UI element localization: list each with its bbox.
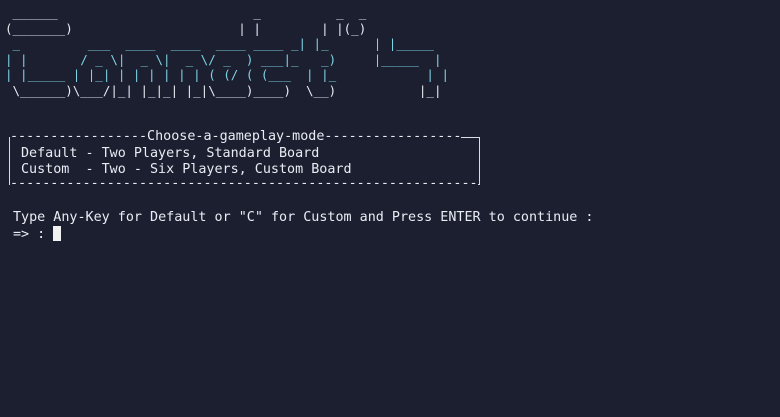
option-label: Default — [21, 146, 78, 161]
menu-bottom-rule: ----------------------------------------… — [10, 176, 478, 192]
prompt-input-line[interactable]: => : — [13, 226, 62, 243]
menu-title: -----------------Choose-a-gameplay-mode-… — [10, 129, 462, 145]
option-description: Two Players, Standard Board — [101, 146, 320, 161]
terminal-window: ______ _ _ _ (_______) | | | |(_) _ ___ … — [0, 0, 780, 417]
banner-row: _ ___ ____ ____ ____ ____ _| |_ | |_____ — [5, 36, 434, 51]
option-label: Custom — [21, 162, 78, 177]
prompt-instruction: Type Any-Key for Default or "C" for Cust… — [13, 210, 594, 225]
ascii-title-banner: ______ _ _ _ (_______) | | | |(_) _ ___ … — [5, 5, 449, 98]
menu-option-default: Default - Two Players, Standard Board — [21, 146, 319, 162]
option-description: Two - Six Players, Custom Board — [101, 162, 352, 177]
banner-row: \______)\___/|_| |_|_| |_|\____)____) \_… — [5, 82, 442, 98]
option-separator: - — [77, 146, 102, 161]
banner-row: ______ _ _ _ — [5, 5, 389, 20]
text-cursor[interactable] — [53, 226, 62, 241]
banner-row: (_______) | | | |(_) — [5, 20, 382, 36]
banner-row: | | / _ \| _ \| _ \/ _ ) ___|_ _) |_____… — [5, 51, 442, 67]
banner-row: | |_____ | |_| | | | | | | ( (/ ( (___ |… — [5, 67, 450, 82]
option-separator: - — [77, 162, 102, 177]
prompt-prefix: => : — [13, 227, 46, 242]
